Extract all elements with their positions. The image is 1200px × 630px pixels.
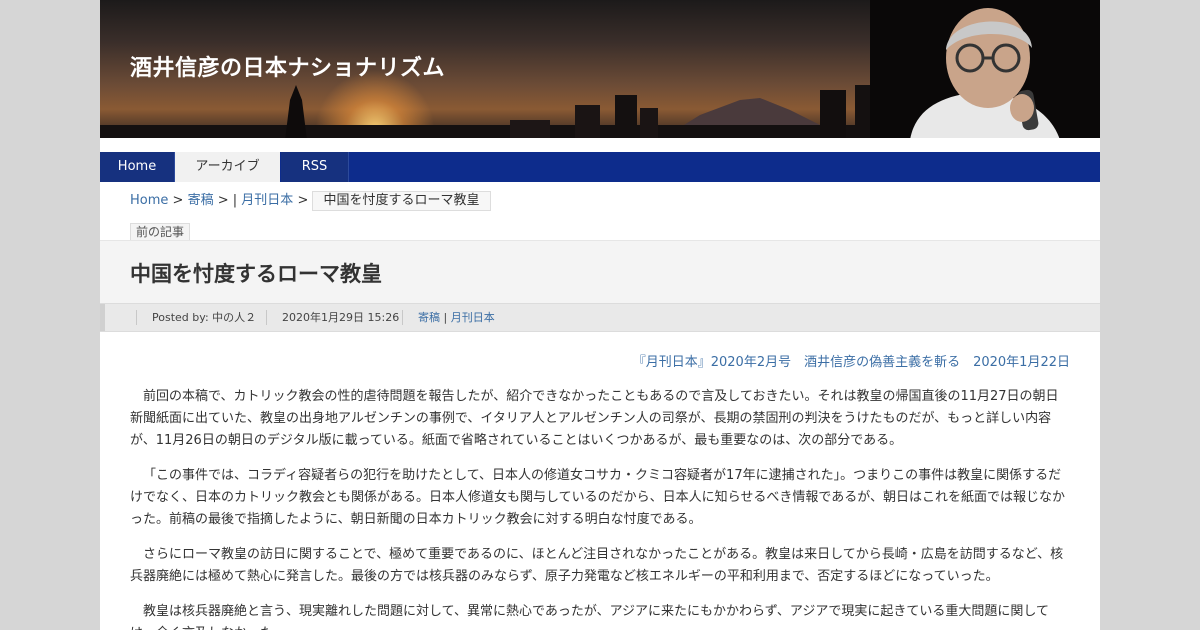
nav-tab-home[interactable]: Home <box>100 152 175 182</box>
breadcrumb: Home > 寄稿 > | 月刊日本 > 中国を忖度するローマ教皇 <box>130 191 491 211</box>
breadcrumb-separator: > <box>172 193 184 208</box>
meta-category-kikou[interactable]: 寄稿 <box>418 311 440 324</box>
article-body: 『月刊日本』2020年2月号 酒井信彦の偽善主義を斬る 2020年1月22日 前… <box>130 352 1070 630</box>
meta-category-gekkan-nippon[interactable]: 月刊日本 <box>451 311 495 324</box>
article-paragraph: 「この事件では、コラディ容疑者らの犯行を助けたとして、日本人の修道女コサカ・クミ… <box>130 468 1065 527</box>
breadcrumb-current: 中国を忖度するローマ教皇 <box>312 191 491 211</box>
nav-tab-archive[interactable]: アーカイブ <box>175 152 280 182</box>
meta-accent <box>100 304 105 331</box>
article-meta-bar: Posted by: 中の人２ 2020年1月29日 15:26 寄稿 | 月刊… <box>100 303 1100 332</box>
article-paragraph: 前回の本稿で、カトリック教会の性的虐待問題を報告したが、紹介できなかったこともあ… <box>130 389 1059 448</box>
breadcrumb-category-gekkan-nippon[interactable]: 月刊日本 <box>241 193 293 208</box>
article-title: 中国を忖度するローマ教皇 <box>130 262 382 286</box>
nav-tab-rss[interactable]: RSS <box>281 152 349 182</box>
previous-article-link[interactable]: 前の記事 <box>130 223 191 241</box>
breadcrumb-separator: > | <box>217 193 238 208</box>
site-title[interactable]: 酒井信彦の日本ナショナリズム <box>130 50 445 82</box>
posted-by-label: Posted by: <box>152 311 209 324</box>
meta-categories: 寄稿 | 月刊日本 <box>402 310 495 325</box>
breadcrumb-category-kikou[interactable]: 寄稿 <box>188 193 214 208</box>
article-paragraph: さらにローマ教皇の訪日に関することで、極めて重要であるのに、ほとんど注目されなか… <box>130 547 1064 584</box>
main-nav: Home アーカイブ RSS <box>100 152 1100 182</box>
article-source-line[interactable]: 『月刊日本』2020年2月号 酒井信彦の偽善主義を斬る 2020年1月22日 <box>130 352 1070 374</box>
breadcrumb-home[interactable]: Home <box>130 193 168 208</box>
header-banner[interactable]: 酒井信彦の日本ナショナリズム <box>100 0 1100 140</box>
header-gap <box>100 140 1100 152</box>
author-name: 中の人２ <box>212 311 257 324</box>
author-portrait <box>870 0 1100 140</box>
article-paragraph: 教皇は核兵器廃絶と言う、現実離れした問題に対して、異常に熱心であったが、アジアに… <box>130 604 1049 630</box>
meta-author: Posted by: 中の人２ <box>136 310 256 325</box>
breadcrumb-separator: > <box>297 193 309 208</box>
meta-category-separator: | <box>443 311 448 324</box>
page: 酒井信彦の日本ナショナリズム Home アーカイブ RSS Home > 寄稿 … <box>100 0 1100 630</box>
meta-date: 2020年1月29日 15:26 <box>266 310 399 325</box>
title-band: 中国を忖度するローマ教皇 <box>100 240 1100 304</box>
